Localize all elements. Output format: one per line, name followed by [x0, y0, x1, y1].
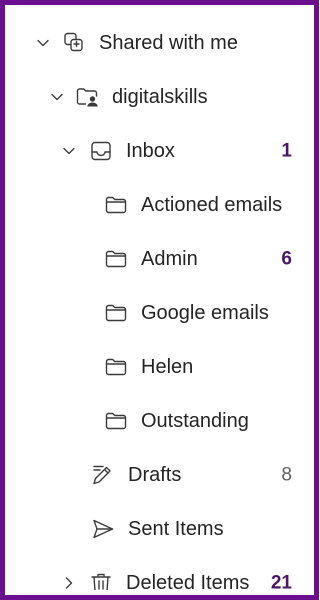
shared-people-icon: [64, 32, 83, 52]
folder-icon: [105, 412, 127, 430]
shared-folder-icon: [76, 88, 98, 107]
folder-admin[interactable]: Admin 6: [10, 232, 309, 286]
send-icon: [93, 519, 114, 539]
folder-label: Outstanding: [141, 410, 249, 432]
folder-outstanding[interactable]: Outstanding: [10, 394, 309, 448]
trash-icon: [91, 573, 111, 590]
folder-label: Admin: [141, 248, 198, 270]
chevron-down-icon[interactable]: [50, 90, 64, 104]
folder-label: Google emails: [141, 302, 269, 324]
folder-label: Drafts: [128, 464, 182, 486]
tree-node-label: Shared with me: [99, 32, 238, 54]
folder-google-emails[interactable]: Google emails: [10, 286, 309, 340]
folder-label: Inbox: [126, 140, 175, 162]
chevron-down-icon[interactable]: [62, 144, 76, 158]
folder-inbox[interactable]: Inbox 1: [10, 124, 309, 178]
folder-deleted-items[interactable]: Deleted Items 21: [10, 556, 309, 590]
tree-node-shared-with-me[interactable]: Shared with me: [10, 16, 309, 70]
folder-sent-items[interactable]: Sent Items: [10, 502, 309, 556]
folder-label: Actioned emails: [141, 194, 283, 216]
folder-drafts[interactable]: Drafts 8: [10, 448, 309, 502]
chevron-right-icon[interactable]: [62, 576, 76, 590]
tree-node-label: digitalskills: [112, 86, 208, 108]
unread-count-badge: 21: [270, 572, 292, 591]
inbox-icon: [91, 141, 111, 161]
folder-label: Helen: [141, 356, 194, 378]
unread-count-badge: 1: [281, 140, 292, 162]
folder-label: Sent Items: [128, 518, 224, 540]
folder-actioned-emails[interactable]: Actioned emails: [10, 178, 309, 232]
drafts-pencil-icon: [93, 465, 111, 485]
folder-icon: [105, 304, 127, 322]
folder-label: Deleted Items: [126, 572, 250, 590]
folder-icon: [105, 358, 127, 376]
folder-helen[interactable]: Helen: [10, 340, 309, 394]
folder-icon: [105, 250, 127, 268]
folder-icon: [105, 196, 127, 214]
chevron-down-icon[interactable]: [36, 36, 50, 50]
folder-pane-frame: Shared with me digitalskills Inbox 1 Act…: [0, 0, 319, 600]
unread-count-badge: 6: [281, 248, 292, 270]
folder-tree: Shared with me digitalskills Inbox 1 Act…: [10, 10, 309, 590]
item-count-badge: 8: [281, 464, 292, 486]
tree-node-digitalskills[interactable]: digitalskills: [10, 70, 309, 124]
